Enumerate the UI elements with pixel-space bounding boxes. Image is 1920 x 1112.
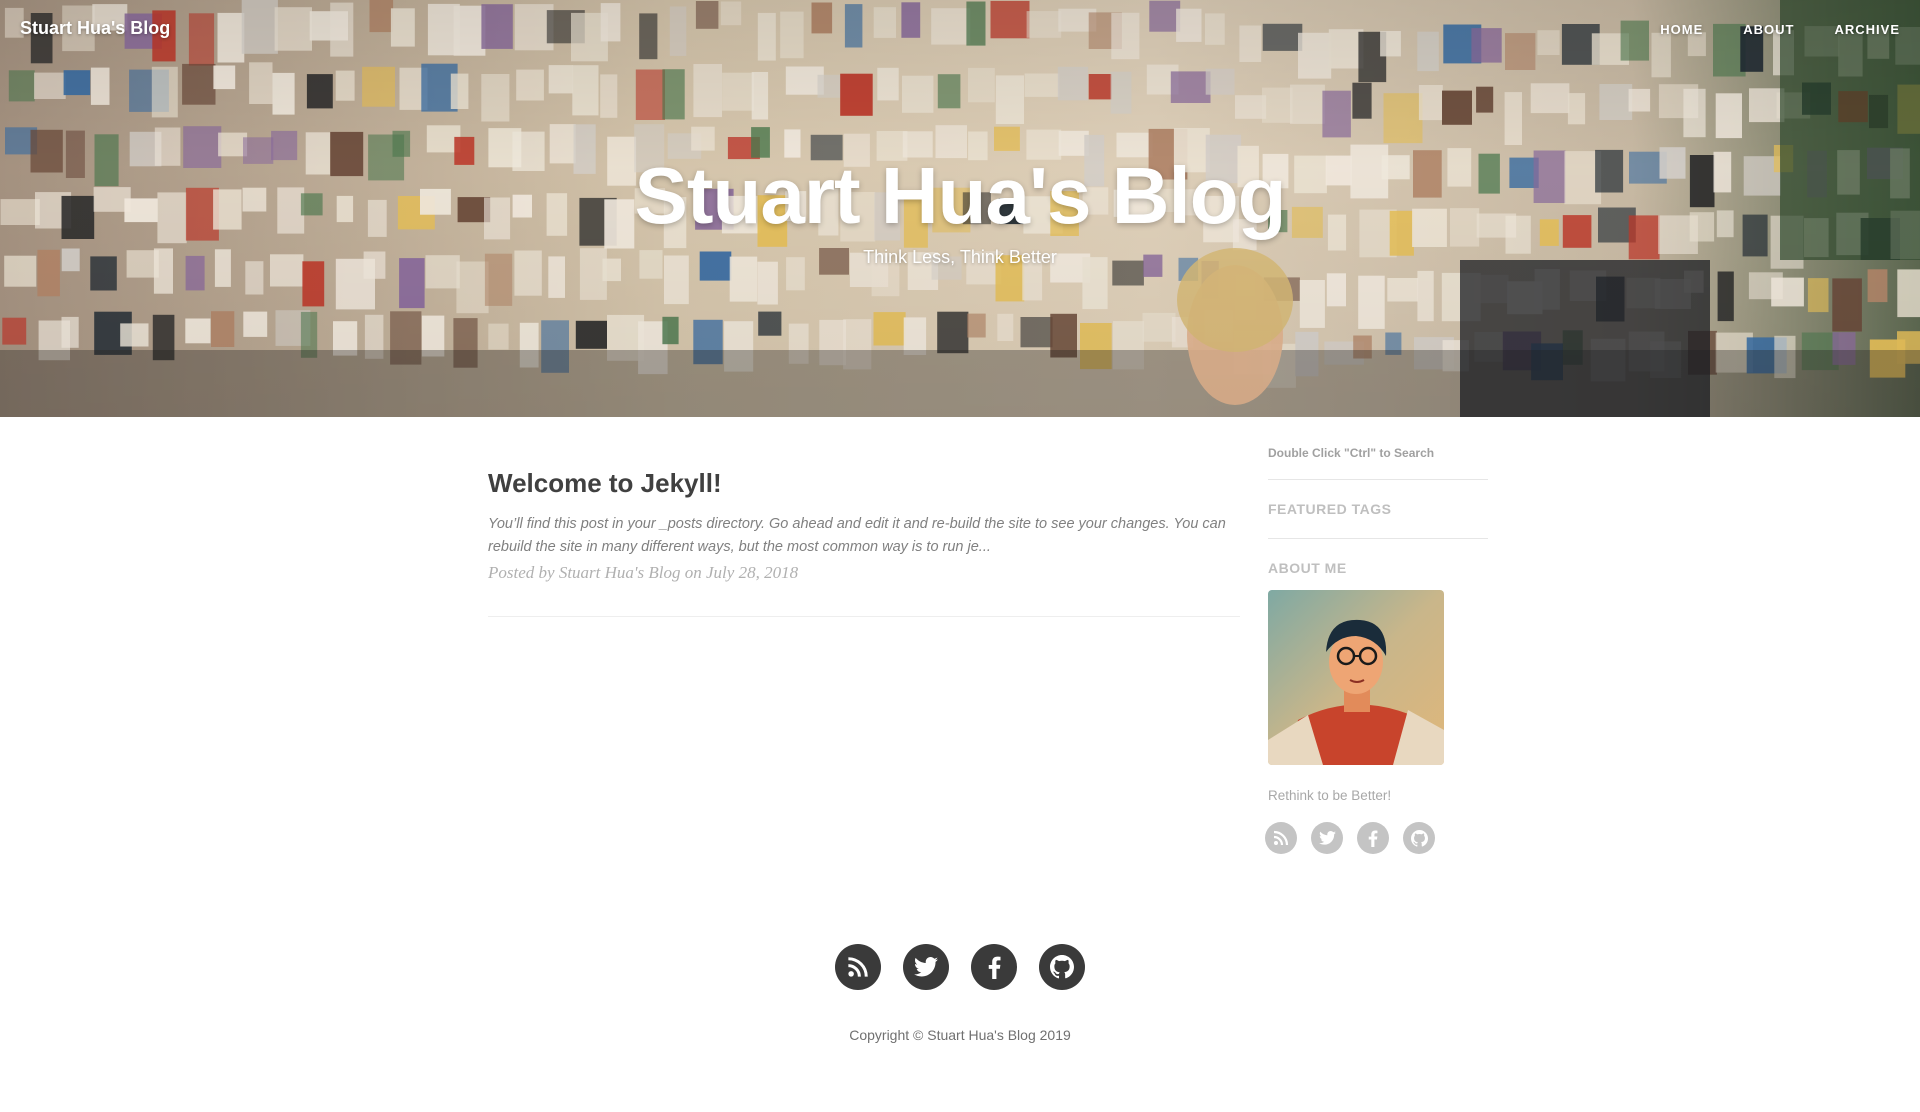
hero-header: Stuart Hua's Blog HOME ABOUT ARCHIVE Stu… [0, 0, 1920, 417]
nav-about-link[interactable]: ABOUT [1743, 22, 1794, 37]
footer-social-links [0, 944, 1920, 990]
nav-archive-link[interactable]: ARCHIVE [1834, 22, 1900, 37]
top-navbar: Stuart Hua's Blog HOME ABOUT ARCHIVE [0, 0, 1920, 60]
sidebar-twitter-link[interactable] [1311, 822, 1343, 854]
search-hint: Double Click "Ctrl" to Search [1268, 446, 1435, 460]
post-preview: Welcome to Jekyll! You’ll find this post… [488, 468, 1240, 583]
featured-tags-heading: FEATURED TAGS [1268, 501, 1392, 517]
facebook-icon [988, 956, 1001, 979]
rss-icon [1273, 830, 1289, 846]
sidebar-github-link[interactable] [1403, 822, 1435, 854]
twitter-icon [1318, 831, 1336, 845]
sidebar-social-links [1265, 822, 1488, 854]
sidebar-rss-link[interactable] [1265, 822, 1297, 854]
footer-facebook-link[interactable] [971, 944, 1017, 990]
copyright-text: Copyright © Stuart Hua's Blog 2019 [849, 1027, 1071, 1043]
site-subheading: Think Less, Think Better [863, 247, 1057, 267]
footer-github-link[interactable] [1039, 944, 1085, 990]
post-title-link[interactable]: Welcome to Jekyll! [488, 468, 1240, 499]
post-divider [488, 616, 1240, 617]
sidebar-divider [1268, 479, 1488, 480]
facebook-icon [1368, 829, 1378, 847]
sidebar-divider [1268, 538, 1488, 539]
sidebar-facebook-link[interactable] [1357, 822, 1389, 854]
footer-rss-link[interactable] [835, 944, 881, 990]
post-excerpt[interactable]: You’ll find this post in your _posts dir… [488, 513, 1240, 559]
rss-icon [848, 957, 868, 977]
site-heading: Stuart Hua's Blog [634, 151, 1287, 240]
about-me-heading: ABOUT ME [1268, 560, 1347, 576]
site-brand-link[interactable]: Stuart Hua's Blog [20, 18, 170, 39]
post-meta: Posted by Stuart Hua's Blog on July 28, … [488, 563, 799, 582]
nav-links: HOME ABOUT ARCHIVE [1660, 22, 1900, 37]
twitter-icon [914, 957, 938, 977]
github-icon [1050, 955, 1074, 979]
avatar [1268, 590, 1444, 765]
github-icon [1410, 829, 1428, 847]
sidebar: Double Click "Ctrl" to Search FEATURED T… [1265, 446, 1488, 854]
nav-home-link[interactable]: HOME [1660, 22, 1703, 37]
footer-twitter-link[interactable] [903, 944, 949, 990]
about-me-text: Rethink to be Better! [1268, 788, 1392, 803]
